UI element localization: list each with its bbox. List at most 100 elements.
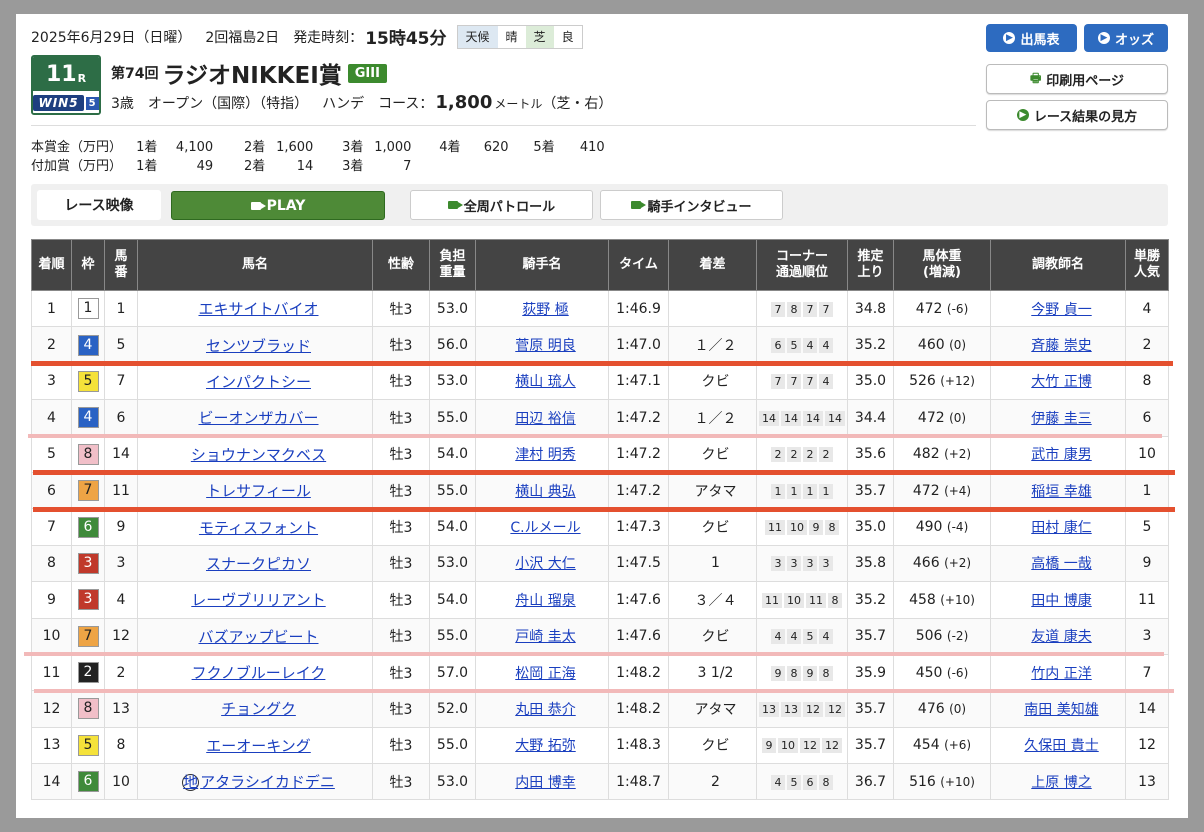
horse-name-link[interactable]: ショウナンマクベス [191,446,326,464]
trainer-link[interactable]: 南田 美知雄 [1024,702,1098,718]
col-weight: 負担 重量 [429,239,476,291]
corner-cell: 3333 [756,544,848,583]
horse-name-link[interactable]: スナークピカソ [206,555,311,573]
corner-position: 3 [819,556,833,572]
main-prize-label: 本賞金（万円） [31,140,123,155]
jockey-link[interactable]: 松岡 正海 [515,666,575,682]
odds-button[interactable]: ▶ オッズ [1084,24,1168,52]
table-row: 11 2 2 フクノブルーレイク 牡3 57.0 松岡 正海 1:48.2 3 1/2 9 8 9 8 3… [31,653,1169,692]
horse-name-link[interactable]: レーヴブリリアント [191,591,325,609]
margin: １／２ [668,326,757,364]
carried-weight: 53.0 [429,362,476,401]
carried-weight: 55.0 [429,617,476,655]
jockey-link[interactable]: C.ルメール [510,520,580,536]
waku-badge: 5 [77,370,99,392]
last-3f: 34.4 [847,399,894,437]
finish-time: 1:48.3 [608,726,669,765]
corner-position: 7 [803,301,817,317]
table-row: 9 3 4 レーヴブリリアント 牡3 54.0 舟山 瑠泉 1:47.6 ３／４ 11 10 11 8 3… [31,581,1169,619]
corner-position: 12 [800,738,820,754]
jockey-link[interactable]: 菅原 明良 [515,338,575,354]
sex-age: 牡3 [372,399,430,437]
trainer-link[interactable]: 今野 貞一 [1031,302,1091,318]
jockey-link[interactable]: 舟山 瑠泉 [515,593,575,609]
last-3f: 35.2 [847,581,894,619]
corner-position: 3 [787,556,801,572]
trainer-link[interactable]: 田村 康仁 [1031,520,1091,536]
trainer-cell: 田村 康仁 [990,508,1126,546]
corner-position: 1 [771,483,785,499]
horse-name-link[interactable]: インパクトシー [206,373,311,391]
trainer-link[interactable]: 伊藤 圭三 [1031,411,1091,427]
last-3f: 35.6 [847,435,894,473]
horse-name-link[interactable]: フクノブルーレイク [192,664,326,682]
horse-name-link[interactable]: アタラシイカドデニ [200,773,335,791]
last-3f: 35.7 [847,471,894,510]
patrol-button[interactable]: 全周パトロール [410,190,593,220]
trainer-link[interactable]: 稲垣 幸雄 [1031,484,1091,500]
col-waku: 枠 [71,239,105,291]
table-row: 5 8 14 ショウナンマクベス 牡3 54.0 津村 明秀 1:47.2 クビ 2 2 2 2 35.6… [31,435,1169,473]
trainer-link[interactable]: 田中 博康 [1031,593,1091,609]
trainer-link[interactable]: 上原 博之 [1031,775,1091,791]
jockey-link[interactable]: 大野 拓弥 [515,738,575,754]
corner-cell: 6544 [756,326,848,364]
corner-position: 8 [787,301,801,317]
finish-time: 1:47.6 [608,581,669,619]
popularity: 12 [1125,726,1169,765]
trainer-link[interactable]: 友道 康夫 [1031,629,1091,645]
trainer-link[interactable]: 武市 康男 [1031,447,1091,463]
jockey-link[interactable]: 丸田 恭介 [515,702,575,718]
rank: 14 [31,763,72,801]
trainer-link[interactable]: 大竹 正博 [1031,374,1091,390]
trainer-link[interactable]: 竹内 正洋 [1031,666,1091,682]
corner-position: 4 [787,629,801,645]
corner-position: 10 [778,738,798,754]
waku-cell: 6 [71,508,105,546]
popularity: 14 [1125,690,1169,728]
howto-button[interactable]: ▶ レース結果の見方 [986,100,1168,130]
horse-name-link[interactable]: トレサフィール [206,482,311,500]
corner-cell: 11 10 11 8 [756,581,848,619]
horse-name-link[interactable]: バズアップビート [198,628,318,646]
horse-name-link[interactable]: モティスフォント [199,519,318,537]
body-weight-cell: 454 (+6) [893,726,991,765]
horse-name-cell: フクノブルーレイク [137,653,373,692]
entries-button[interactable]: ▶ 出馬表 [986,24,1077,52]
col-number: 馬番 [104,239,138,291]
jockey-link[interactable]: 小沢 大仁 [515,556,575,572]
col-sex-age: 性齢 [372,239,430,291]
horse-name-link[interactable]: ビーオンザカバー [198,409,318,427]
video-label: レース映像 [37,190,161,220]
trainer-link[interactable]: 高橋 一哉 [1031,556,1091,572]
sex-age: 牡3 [372,362,430,401]
horse-name-link[interactable]: エキサイトバイオ [198,300,318,318]
jockey-link[interactable]: 田辺 裕信 [515,411,575,427]
jockey-link[interactable]: 津村 明秀 [515,447,575,463]
rank: 1 [31,289,72,328]
horse-name-link[interactable]: エーオーキング [206,737,311,755]
interview-button[interactable]: 騎手インタビュー [600,190,783,220]
horse-number: 9 [104,508,138,546]
last-3f: 35.9 [847,653,894,692]
play-button[interactable]: PLAY [171,191,385,220]
jockey-link[interactable]: 内田 博幸 [515,775,575,791]
horse-name-link[interactable]: チョングク [221,700,296,718]
jockey-link[interactable]: 横山 琉人 [515,374,575,390]
trainer-link[interactable]: 斉藤 崇史 [1031,338,1091,354]
horse-number: 11 [104,471,138,510]
print-button[interactable]: 🖶 印刷用ページ [986,64,1168,94]
jockey-link[interactable]: 荻野 極 [522,302,568,318]
horse-name-link[interactable]: センツブラッド [206,337,311,355]
last-3f: 35.2 [847,326,894,364]
sex-age: 牡3 [372,435,430,473]
race-number-badge: 11 R WIN5 5 [31,55,101,115]
body-weight-cell: 516 (+10) [893,763,991,801]
corner-position: 8 [819,774,833,790]
horse-number: 10 [104,763,138,801]
trainer-link[interactable]: 久保田 貴士 [1024,738,1098,754]
jockey-link[interactable]: 横山 典弘 [515,484,575,500]
jockey-link[interactable]: 戸崎 圭太 [515,629,575,645]
highlight-marker [33,507,1175,512]
body-weight-diff: (0) [949,701,967,716]
